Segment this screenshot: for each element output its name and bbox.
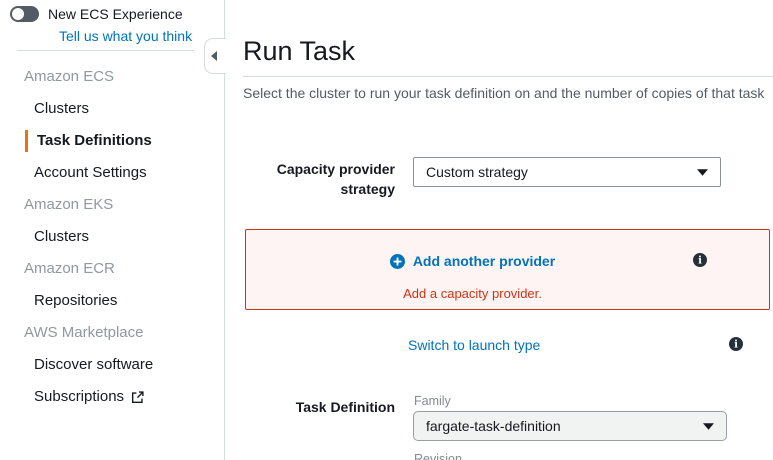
capacity-strategy-value: Custom strategy	[426, 164, 528, 180]
external-link-icon	[131, 391, 144, 404]
main-content: Run Task Select the cluster to run your …	[226, 0, 773, 460]
task-definition-label: Task Definition	[226, 397, 395, 417]
active-indicator-bar	[25, 130, 28, 152]
capacity-strategy-dropdown[interactable]: Custom strategy	[413, 157, 721, 187]
sidebar-item-task-definitions[interactable]: Task Definitions	[0, 125, 223, 157]
caret-down-icon	[697, 169, 708, 176]
sidebar-item-subscriptions[interactable]: Subscriptions	[0, 381, 223, 413]
page-title: Run Task	[243, 36, 355, 67]
sidebar-item-label: Discover software	[34, 349, 153, 381]
svg-text:i: i	[698, 256, 702, 267]
sidebar-collapse-button[interactable]	[204, 38, 226, 74]
sidebar-item-label: Account Settings	[34, 157, 147, 189]
page-description: Select the cluster to run your task defi…	[243, 85, 773, 101]
chevron-left-icon	[211, 51, 217, 61]
nav-header-amazon-ecr: Amazon ECR	[0, 253, 223, 285]
sidebar-item-label: Clusters	[34, 93, 89, 125]
new-experience-label: New ECS Experience	[48, 6, 183, 22]
switch-to-launch-type-link[interactable]: Switch to launch type	[408, 337, 540, 353]
nav-header-amazon-ecs: Amazon ECS	[0, 61, 223, 93]
capacity-provider-error-box: Add another provider i Add a capacity pr…	[245, 229, 770, 310]
sidebar-item-label: Clusters	[34, 221, 89, 253]
plus-circle-icon	[390, 254, 405, 269]
sidebar-nav: Amazon ECS Clusters Task Definitions Acc…	[0, 61, 223, 413]
sidebar-item-label: Repositories	[34, 285, 117, 317]
sidebar-item-account-settings[interactable]: Account Settings	[0, 157, 223, 189]
info-icon[interactable]: i	[729, 337, 743, 351]
toggle-knob	[12, 8, 24, 20]
sidebar-divider	[17, 50, 194, 51]
new-experience-toggle-row: New ECS Experience	[10, 6, 183, 22]
new-experience-toggle[interactable]	[10, 6, 39, 22]
title-divider	[243, 76, 773, 77]
sidebar-item-eks-clusters[interactable]: Clusters	[0, 221, 223, 253]
caret-down-icon	[703, 423, 714, 430]
add-another-provider-link[interactable]: Add another provider	[246, 253, 699, 269]
sidebar-item-label: Task Definitions	[37, 125, 152, 157]
nav-header-aws-marketplace: AWS Marketplace	[0, 317, 223, 349]
sidebar-item-repositories[interactable]: Repositories	[0, 285, 223, 317]
sidebar-item-label: Subscriptions	[34, 381, 124, 413]
feedback-link[interactable]: Tell us what you think	[59, 28, 192, 44]
family-caption: Family	[414, 394, 451, 408]
nav-header-amazon-eks: Amazon EKS	[0, 189, 223, 221]
family-dropdown[interactable]: fargate-task-definition	[413, 411, 727, 441]
info-icon[interactable]: i	[693, 253, 707, 267]
sidebar-item-discover-software[interactable]: Discover software	[0, 349, 223, 381]
svg-text:i: i	[734, 340, 738, 351]
sidebar: New ECS Experience Tell us what you thin…	[0, 0, 225, 460]
family-value: fargate-task-definition	[426, 418, 561, 434]
error-message: Add a capacity provider.	[246, 286, 699, 301]
revision-caption: Revision	[414, 452, 462, 460]
sidebar-item-ecs-clusters[interactable]: Clusters	[0, 93, 223, 125]
capacity-provider-strategy-label: Capacity provider strategy	[226, 159, 395, 199]
add-another-provider-label: Add another provider	[413, 253, 555, 269]
